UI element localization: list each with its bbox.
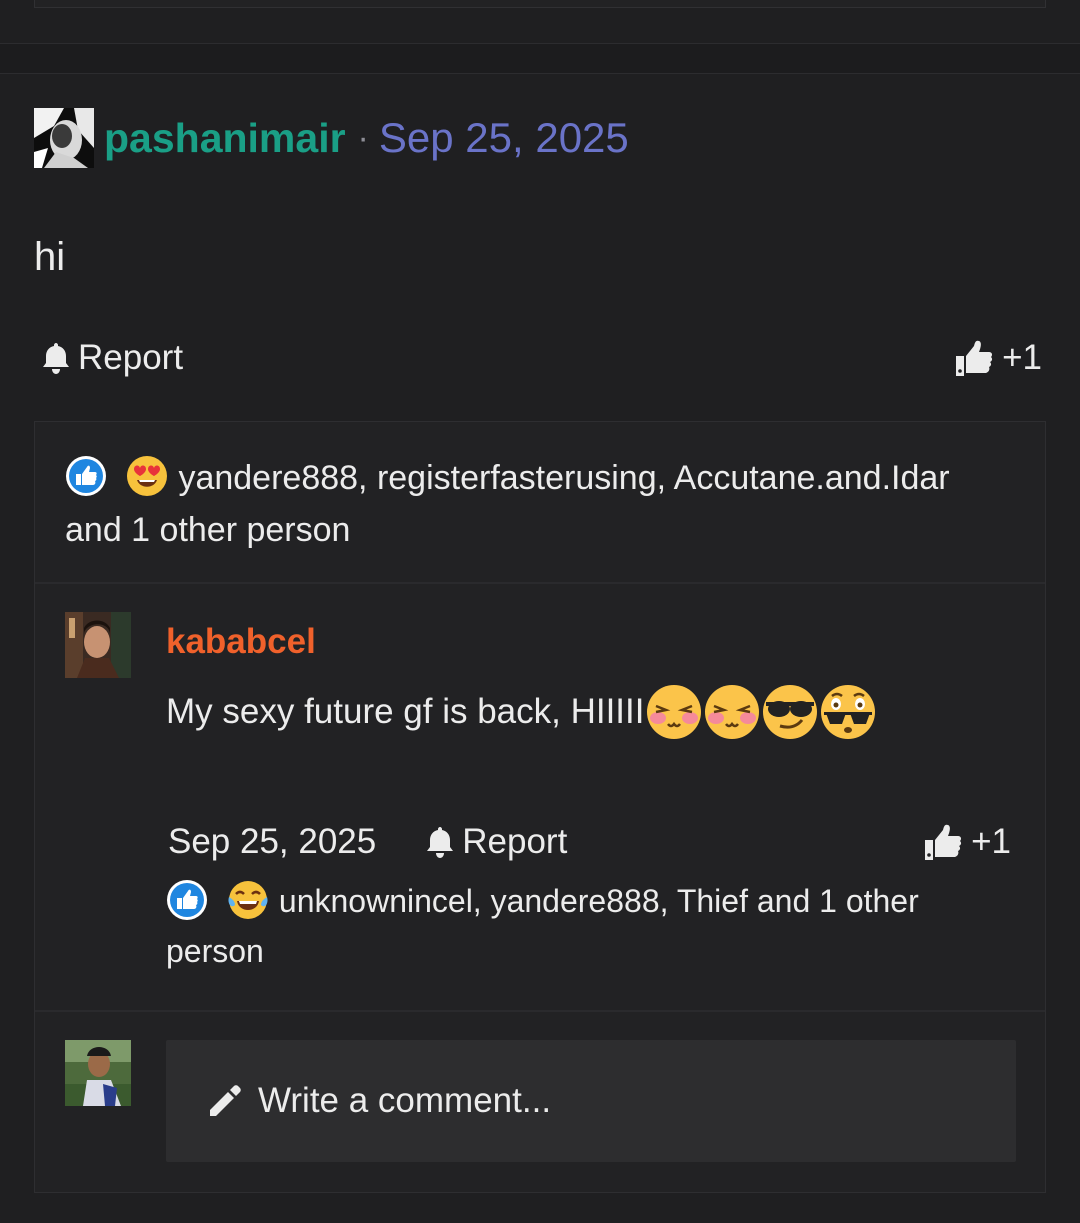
avatar[interactable] (34, 108, 94, 168)
report-label: Report (462, 822, 568, 861)
comment-date[interactable]: Sep 25, 2025 (168, 822, 376, 862)
comment-reactions[interactable]: unknownincel, yandere888, Thief and 1 ot… (166, 876, 986, 976)
sunglasses-flushed-face-icon (821, 685, 876, 739)
blushing-face-icon (705, 685, 760, 739)
like-count: +1 (971, 822, 1011, 861)
crying-laughing-emoji-icon (228, 880, 268, 919)
blushing-face-icon (647, 685, 702, 739)
comment-reactions-text: unknownincel, yandere888, Thief and 1 ot… (166, 883, 919, 969)
thumbs-up-reaction-icon (167, 879, 207, 920)
comment-meta: Sep 25, 2025 Report (168, 822, 567, 862)
report-label: Report (78, 338, 184, 377)
previous-post-remnant (34, 0, 1046, 8)
post-reactions-text: yandere888, registerfasterusing, Accutan… (65, 459, 950, 549)
comment-author[interactable]: kababcel (166, 622, 316, 662)
comment-text: My sexy future gf is back, HIIIII (166, 684, 876, 740)
thumbs-up-icon (956, 340, 993, 376)
comment-input[interactable]: Write a comment... (166, 1040, 1016, 1162)
post-header: pashanimair · Sep 25, 2025 (34, 108, 629, 168)
comment-report-button[interactable]: Report (424, 822, 567, 862)
sunglasses-face-icon (763, 685, 818, 739)
avatar[interactable] (65, 1040, 131, 1106)
avatar[interactable] (65, 612, 131, 678)
like-count: +1 (1002, 338, 1042, 377)
like-button[interactable]: +1 (954, 338, 1042, 378)
post-author[interactable]: pashanimair (104, 115, 346, 162)
post-reactions[interactable]: yandere888, registerfasterusing, Accutan… (65, 452, 1015, 556)
comment: kababcel My sexy future gf is back, HIII… (65, 612, 1015, 1012)
thread-page: pashanimair · Sep 25, 2025 hi Report +1 (0, 0, 1080, 1223)
bell-icon (43, 343, 69, 374)
meta-separator: · (357, 118, 369, 157)
comment-composer: Write a comment... (65, 1040, 1016, 1164)
post-separator (0, 43, 1080, 74)
comment-like-button[interactable]: +1 (923, 822, 1011, 862)
comments-section: yandere888, registerfasterusing, Accutan… (34, 421, 1046, 1193)
comment-placeholder: Write a comment... (258, 1081, 552, 1120)
post-body: hi (34, 235, 66, 279)
thumbs-up-icon (925, 824, 962, 860)
comment-body: My sexy future gf is back, HIIIII (166, 692, 645, 731)
pencil-icon (210, 1085, 241, 1116)
thumbs-up-reaction-icon (66, 456, 106, 497)
post-date[interactable]: Sep 25, 2025 (379, 114, 629, 162)
bell-icon (427, 827, 454, 858)
divider (35, 1010, 1045, 1012)
report-button[interactable]: Report (40, 338, 183, 378)
divider (35, 582, 1045, 584)
heart-eyes-emoji-icon (127, 456, 168, 497)
